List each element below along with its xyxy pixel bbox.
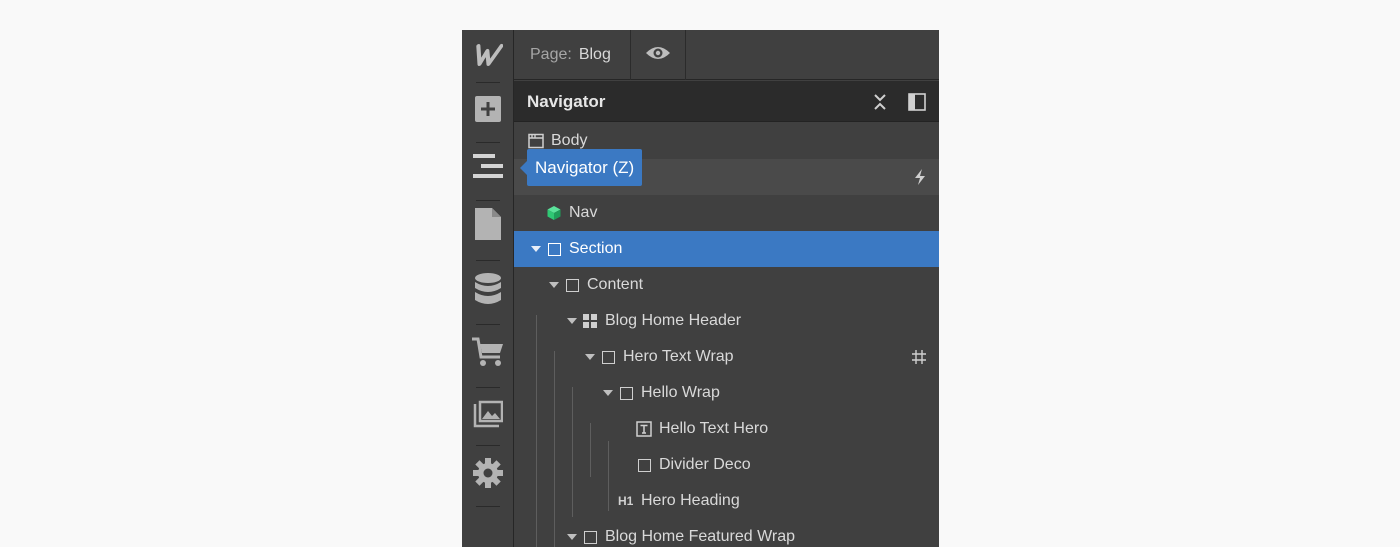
navigator-tooltip: Navigator (Z) (519, 149, 643, 186)
tree-row-label: Section (569, 240, 623, 257)
tree-row-nav[interactable]: Nav (514, 195, 939, 231)
page-selector[interactable]: Page: Blog (514, 30, 631, 80)
body-icon (528, 133, 544, 149)
hash-id-icon[interactable] (911, 349, 927, 370)
box-icon (564, 277, 580, 293)
tree-row-blog-home-header[interactable]: Blog Home Header (514, 303, 939, 339)
tree-row-label: Body (551, 132, 588, 149)
tree-row-hero-heading[interactable]: H1 Hero Heading (514, 483, 939, 519)
assets-icon (473, 400, 504, 433)
tree-row-hello-text-hero[interactable]: Hello Text Hero (514, 411, 939, 447)
tree-row-label: Hero Text Wrap (623, 348, 734, 365)
page-name: Blog (578, 46, 611, 63)
pages-button[interactable] (462, 198, 514, 254)
tree-row-label: Blog Home Featured Wrap (605, 528, 796, 545)
tree-row-divider-deco[interactable]: Divider Deco (514, 447, 939, 483)
top-bar: Page: Blog (514, 30, 939, 80)
add-icon (475, 95, 501, 127)
add-panel-button[interactable] (462, 83, 514, 139)
box-icon (546, 241, 562, 257)
tree-row-label: Nav (569, 204, 598, 221)
ecommerce-button[interactable] (462, 326, 514, 382)
rail-divider (476, 324, 500, 325)
tree-row-label: Hero Heading (641, 492, 740, 509)
navigator-icon (473, 153, 503, 183)
tree-row-content[interactable]: Content (514, 267, 939, 303)
tree-row-hero-text-wrap[interactable]: Hero Text Wrap (514, 339, 939, 375)
navigator-title: Navigator (527, 92, 606, 111)
tree-row-label: Divider Deco (659, 456, 751, 473)
chevron-down-icon[interactable] (585, 354, 595, 360)
pages-icon (475, 207, 501, 245)
dock-panel-icon[interactable] (908, 93, 926, 111)
settings-gear-icon (473, 457, 503, 493)
left-toolbar (462, 30, 514, 547)
cms-button[interactable] (462, 264, 514, 320)
page-label: Page: (530, 46, 572, 63)
chevron-down-icon[interactable] (531, 246, 541, 252)
box-icon (582, 529, 598, 545)
interaction-bolt-icon[interactable] (913, 169, 927, 190)
grid-icon (582, 313, 598, 329)
settings-button[interactable] (462, 447, 514, 503)
symbol-cube-icon (546, 205, 562, 221)
collapse-all-icon[interactable] (871, 93, 889, 111)
webflow-logo[interactable] (462, 30, 514, 80)
tree-row-hello-wrap[interactable]: Hello Wrap (514, 375, 939, 411)
chevron-down-icon[interactable] (567, 318, 577, 324)
navigator-header: Navigator (514, 81, 939, 122)
box-icon (618, 385, 634, 401)
ecommerce-cart-icon (472, 337, 504, 372)
assets-button[interactable] (462, 388, 514, 444)
rail-divider (476, 506, 500, 507)
navigator-tree: Body Nav Section Content Blog Home Heade… (514, 123, 939, 547)
rail-divider (476, 445, 500, 446)
box-icon (636, 457, 652, 473)
chevron-down-icon[interactable] (603, 390, 613, 396)
designer-window: Page: Blog Navigator Body Nav Section Co… (462, 30, 939, 547)
box-icon (600, 349, 616, 365)
chevron-down-icon[interactable] (567, 534, 577, 540)
tree-row-label: Content (587, 276, 644, 293)
preview-button[interactable] (631, 30, 686, 80)
tree-row-label: Blog Home Header (605, 312, 742, 329)
tree-row-label: Hello Wrap (641, 384, 720, 401)
tree-row-blog-home-featured-wrap[interactable]: Blog Home Featured Wrap (514, 519, 939, 547)
tree-row-label: Hello Text Hero (659, 420, 769, 437)
navigator-button[interactable] (462, 140, 514, 196)
chevron-down-icon[interactable] (549, 282, 559, 288)
text-block-icon (636, 421, 652, 437)
eye-icon (645, 45, 671, 66)
tree-row-section[interactable]: Section (514, 231, 939, 267)
cms-database-icon (474, 272, 502, 312)
rail-divider (476, 260, 500, 261)
heading-h1-icon: H1 (618, 494, 634, 508)
